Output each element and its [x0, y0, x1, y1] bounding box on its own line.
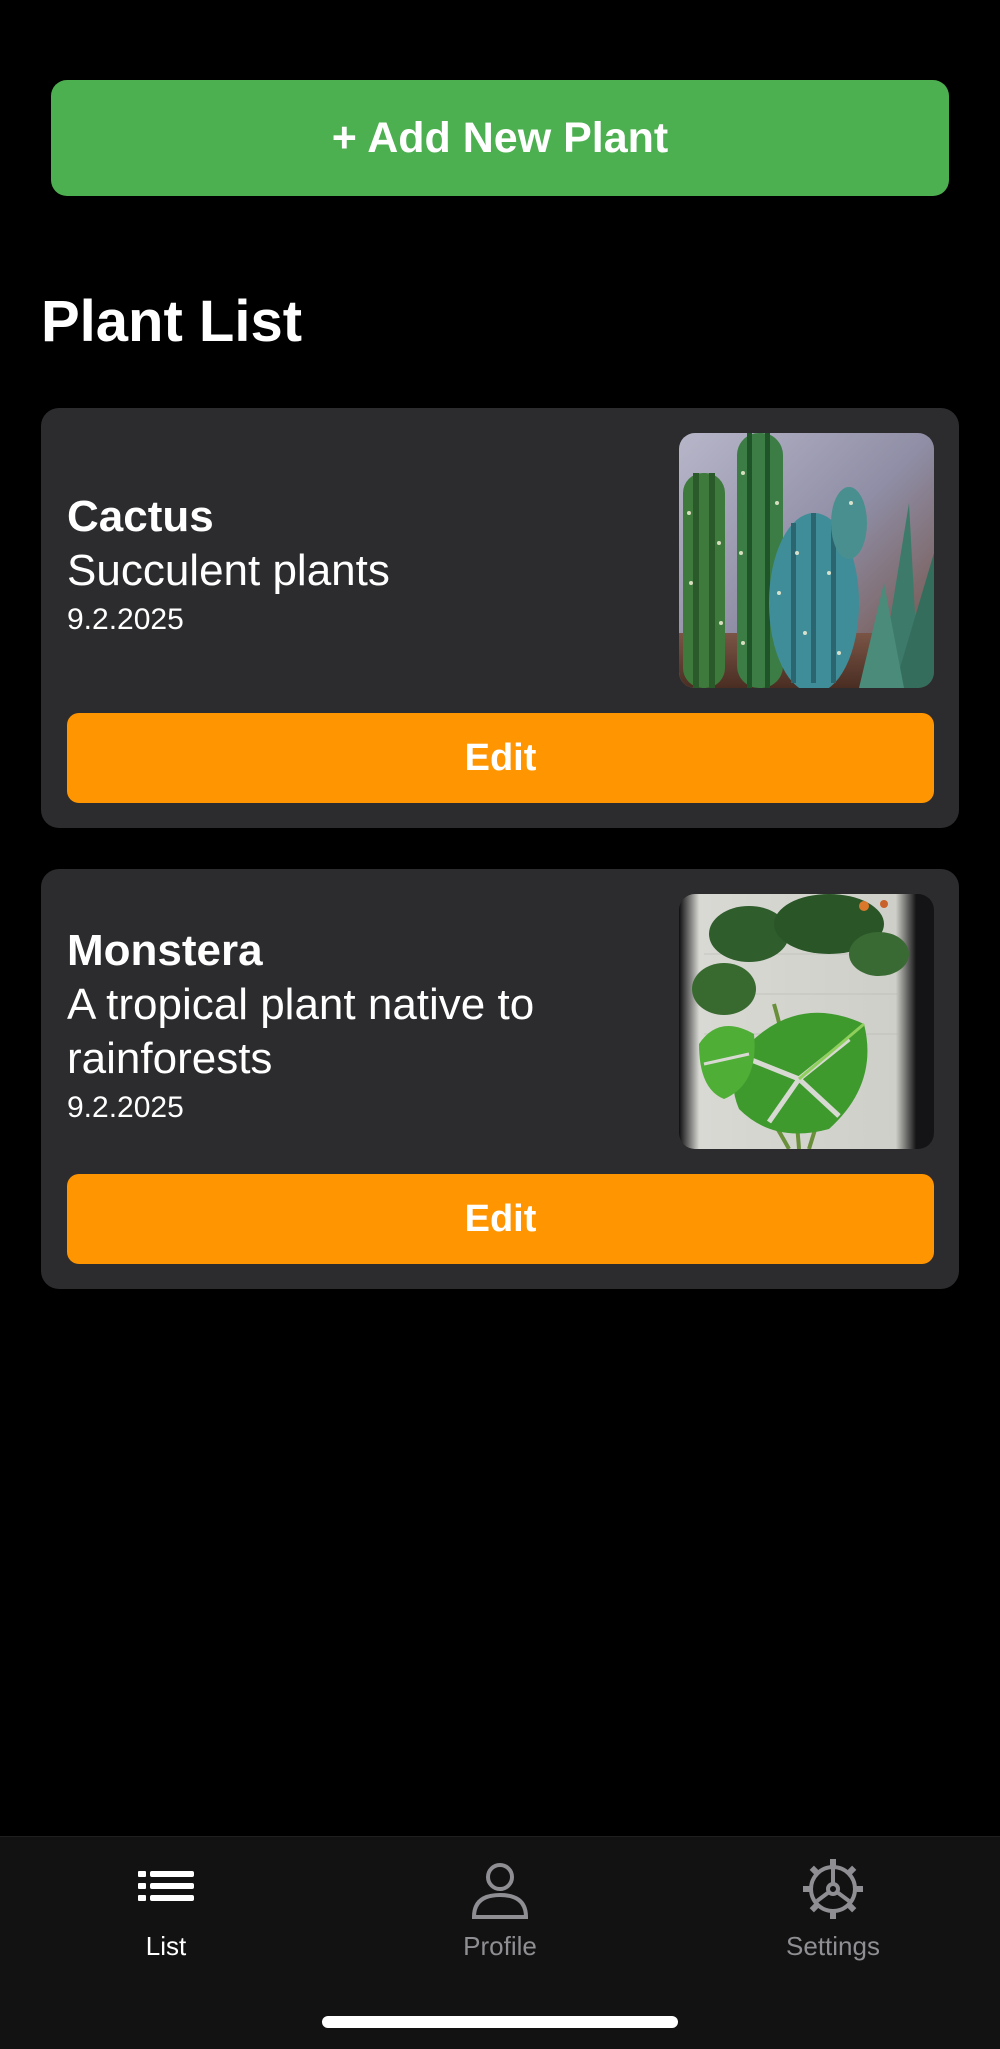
- plant-description: A tropical plant native to rainforests: [67, 980, 535, 1083]
- plant-name: Cactus: [67, 492, 214, 541]
- tab-label: Settings: [786, 1931, 880, 1961]
- list-icon: [138, 1871, 194, 1901]
- plant-date: 9.2.2025: [67, 1091, 184, 1124]
- plant-info: Monstera A tropical plant native to rain…: [67, 924, 669, 1128]
- monstera-photo: [679, 894, 934, 1149]
- plant-info: Cactus Succulent plants 9.2.2025: [67, 490, 669, 640]
- page-title: Plant List: [41, 289, 303, 354]
- tab-settings[interactable]: Settings: [733, 1857, 933, 1997]
- tab-profile[interactable]: Profile: [400, 1857, 600, 1997]
- home-indicator[interactable]: [322, 2016, 678, 2028]
- plant-description: Succulent plants: [67, 546, 390, 595]
- edit-button[interactable]: Edit: [67, 1174, 934, 1264]
- plant-date: 9.2.2025: [67, 603, 184, 636]
- add-new-plant-button[interactable]: + Add New Plant: [51, 80, 949, 196]
- tab-label: List: [145, 1931, 187, 1961]
- edit-button[interactable]: Edit: [67, 713, 934, 803]
- plant-name: Monstera: [67, 926, 263, 975]
- tab-list[interactable]: List: [66, 1857, 266, 1997]
- tab-bar: List Profile Settings: [0, 1836, 1000, 2049]
- tab-label: Profile: [463, 1931, 537, 1961]
- gear-icon: [803, 1859, 863, 1919]
- person-icon: [471, 1863, 529, 1919]
- plant-card: Monstera A tropical plant native to rain…: [41, 869, 959, 1289]
- plant-card: Cactus Succulent plants 9.2.2025 Edit: [41, 408, 959, 828]
- cactus-photo: [679, 433, 934, 688]
